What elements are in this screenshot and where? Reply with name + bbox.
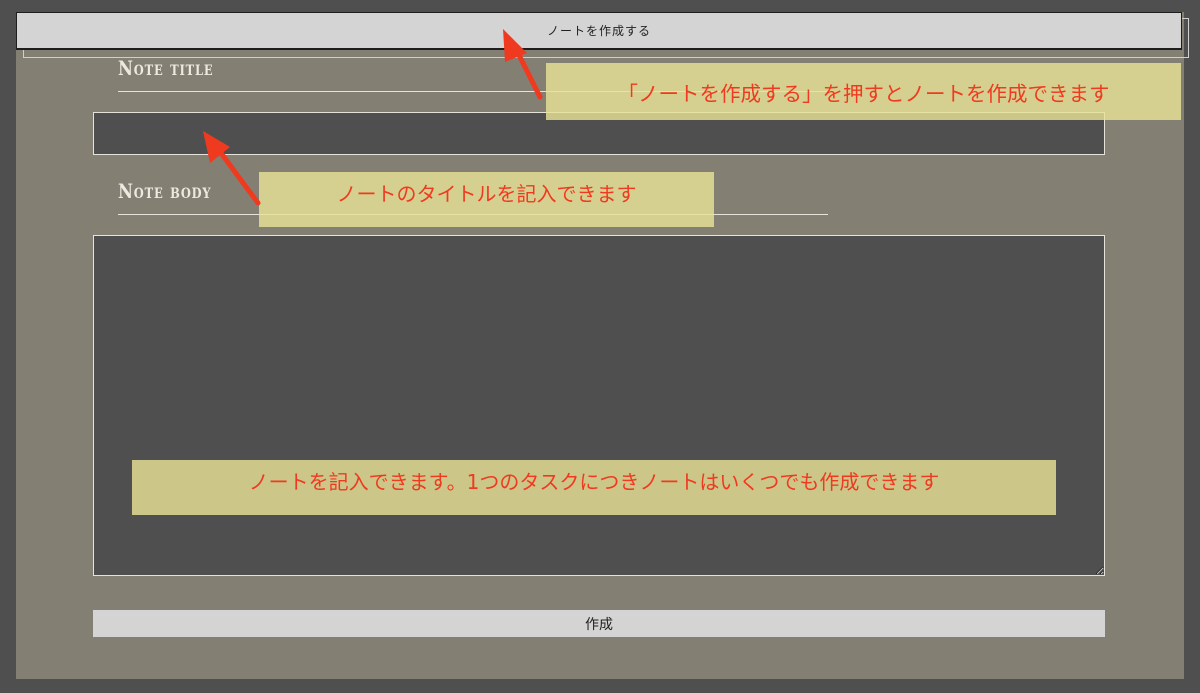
submit-create-button[interactable]: 作成 bbox=[93, 610, 1105, 637]
note-body-label: Note body bbox=[118, 179, 212, 203]
title-field-annotation: ノートのタイトルを記入できます bbox=[259, 172, 714, 227]
note-body-textarea[interactable] bbox=[93, 235, 1105, 576]
create-note-button[interactable]: ノートを作成する bbox=[16, 12, 1182, 50]
body-field-annotation: ノートを記入できます。1つのタスクにつきノートはいくつでも作成できます bbox=[132, 460, 1056, 515]
create-note-annotation: 「ノートを作成する」を押すとノートを作成できます bbox=[546, 63, 1181, 120]
note-title-label: Note title bbox=[118, 56, 214, 80]
